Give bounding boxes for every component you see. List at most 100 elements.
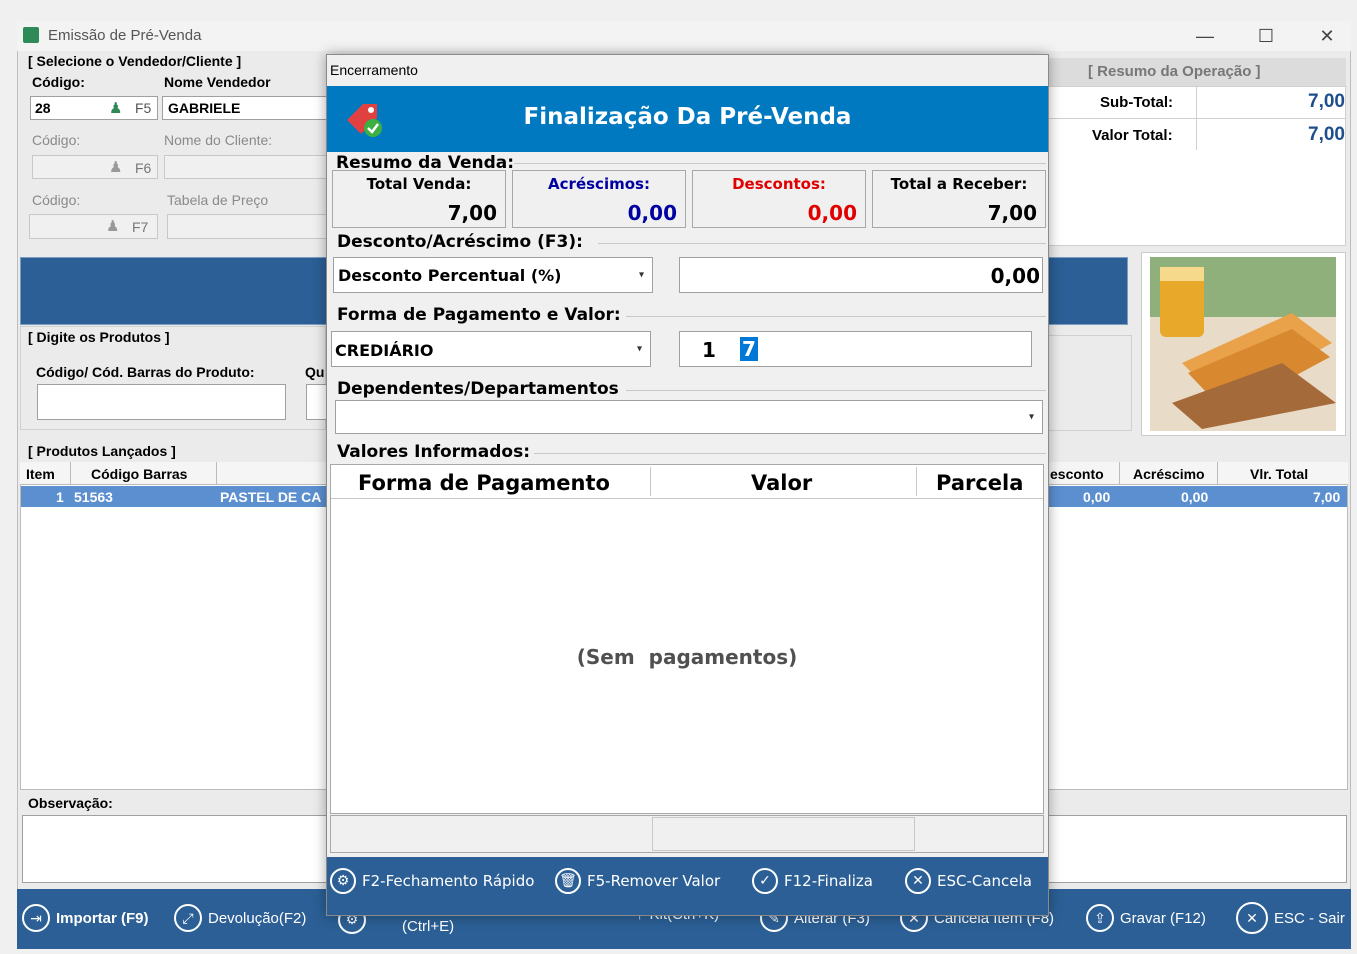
save-button[interactable]: ⇪ Gravar (F12) (1086, 904, 1206, 932)
ctrl-e-label: (Ctrl+E) (402, 918, 455, 935)
person-search-icon[interactable]: ♟ (109, 158, 122, 176)
col-total: Vlr. Total (1250, 466, 1309, 482)
qty-input[interactable] (306, 384, 328, 420)
remove-value-button[interactable]: 🗑 F5-Remover Valor (555, 868, 720, 894)
discount-section-label: Desconto/Acréscimo (F3): (337, 232, 583, 252)
chevron-down-icon[interactable]: ▾ (637, 344, 642, 355)
subtotal-value: 7,00 (1308, 91, 1345, 112)
exit-button[interactable]: ✕ ESC - Sair (1236, 902, 1345, 934)
price-code-label: Código: (32, 192, 81, 208)
col-discount: esconto (1050, 466, 1104, 482)
price-code-input[interactable]: ♟ F7 (29, 214, 158, 239)
import-button[interactable]: ⇥ Importar (F9) (22, 904, 149, 932)
product-image (1150, 257, 1336, 431)
divider (650, 467, 651, 496)
total-value: 7,00 (1308, 124, 1345, 145)
col-addition: Acréscimo (1133, 466, 1205, 482)
client-name-label: Nome do Cliente: (164, 132, 273, 148)
client-code-input[interactable]: ♟ F6 (32, 155, 158, 179)
payment-method-select[interactable]: CREDIÁRIO ▾ (331, 331, 651, 367)
qty-label: Qu (305, 364, 325, 380)
divider (534, 453, 1046, 454)
payment-code: 1 (702, 338, 716, 362)
empty-payments-text: (Sem pagamentos) (576, 645, 798, 669)
total-sale-box: Total Venda: 7,00 (332, 170, 506, 228)
dependents-select[interactable]: ▾ (335, 400, 1043, 434)
quick-close-icon: ⚙ (330, 868, 356, 894)
row-total: 7,00 (1313, 489, 1341, 505)
cancel-dialog-button[interactable]: ✕ ESC-Cancela (905, 868, 1032, 894)
payments-table (330, 464, 1044, 814)
payment-value-input[interactable]: 1 7 (679, 331, 1032, 367)
close-circle-icon: ✕ (905, 868, 931, 894)
quick-close-button[interactable]: ⚙ F2-Fechamento Rápido (330, 868, 534, 894)
subtotal-label: Sub-Total: (1100, 94, 1174, 111)
row-addition: 0,00 (1181, 489, 1209, 505)
person-search-icon[interactable]: ♟ (109, 99, 122, 117)
discounts-value: 0,00 (807, 201, 857, 225)
divider (514, 163, 1046, 164)
seller-code-input[interactable]: 28 ♟ F5 (30, 96, 158, 120)
return-icon: ⤢ (174, 904, 202, 932)
exit-label: ESC - Sair (1274, 909, 1345, 927)
price-table-field[interactable] (167, 214, 332, 239)
app-icon (23, 27, 39, 43)
divider (916, 467, 917, 496)
product-code-input[interactable] (37, 384, 286, 420)
receive-box: Total a Receber: 7,00 (872, 170, 1046, 228)
observation-label: Observação: (28, 795, 113, 811)
close-circle-icon: ✕ (1236, 902, 1268, 934)
dependents-section-label: Dependentes/Departamentos (337, 379, 619, 399)
discounts-label: Descontos: (732, 175, 826, 193)
divider (1217, 462, 1218, 484)
discount-type-value: Desconto Percentual (%) (338, 266, 562, 285)
maximize-button[interactable]: ☐ (1243, 22, 1289, 50)
row-description: PASTEL DE CA (220, 489, 322, 505)
finalize-button[interactable]: ✓ F12-Finaliza (752, 868, 873, 894)
client-name-field[interactable] (164, 155, 332, 179)
seller-code-label: Código: (32, 74, 85, 90)
chevron-down-icon[interactable]: ▾ (1029, 412, 1034, 423)
row-discount: 0,00 (1083, 489, 1111, 505)
seller-name-field[interactable]: GABRIELE (162, 96, 332, 120)
return-button[interactable]: ⤢ Devolução(F2) (174, 904, 306, 932)
seller-shortcut: F5 (135, 100, 152, 116)
person-search-icon[interactable]: ♟ (106, 217, 119, 235)
additions-value: 0,00 (627, 201, 677, 225)
dialog-header: Finalização Da Pré-Venda (327, 86, 1048, 152)
product-image-frame (1141, 252, 1346, 436)
total-label: Valor Total: (1092, 127, 1173, 144)
remove-value-label: F5-Remover Valor (587, 872, 721, 890)
col-installment: Parcela (936, 471, 1024, 495)
discount-value-input[interactable]: 0,00 (679, 257, 1043, 293)
divider (70, 462, 71, 484)
return-label: Devolução(F2) (208, 909, 307, 927)
additions-box: Acréscimos: 0,00 (512, 170, 686, 228)
price-table-label: Tabela de Preço (167, 192, 269, 208)
seller-code-value: 28 (35, 100, 51, 116)
products-entry-title: [ Digite os Produtos ] (28, 329, 170, 345)
receive-value: 7,00 (987, 201, 1037, 225)
close-button[interactable]: ✕ (1304, 22, 1350, 50)
chevron-down-icon[interactable]: ▾ (639, 270, 644, 281)
total-sale-value: 7,00 (447, 201, 497, 225)
finalize-label: F12-Finaliza (784, 872, 873, 890)
total-sale-label: Total Venda: (366, 175, 472, 193)
col-item: Item (26, 466, 55, 482)
minimize-button[interactable]: — (1182, 22, 1228, 50)
row-barcode: 51563 (74, 489, 113, 505)
dialog-header-title: Finalização Da Pré-Venda (523, 104, 852, 130)
seller-name-label: Nome Vendedor (164, 74, 271, 90)
col-barcode: Código Barras (91, 466, 188, 482)
col-payment-value: Valor (751, 471, 813, 495)
client-code-label: Código: (32, 132, 81, 148)
divider (1119, 462, 1120, 484)
save-label: Gravar (F12) (1120, 909, 1206, 927)
discount-type-select[interactable]: Desconto Percentual (%) ▾ (333, 257, 653, 293)
divider (216, 462, 217, 484)
summary-header: [ Resumo da Operação ] (1048, 58, 1346, 86)
entry-right-panel (1048, 335, 1132, 431)
summary-panel (1048, 86, 1346, 246)
seller-name-value: GABRIELE (168, 100, 241, 116)
additions-label: Acréscimos: (548, 175, 650, 193)
